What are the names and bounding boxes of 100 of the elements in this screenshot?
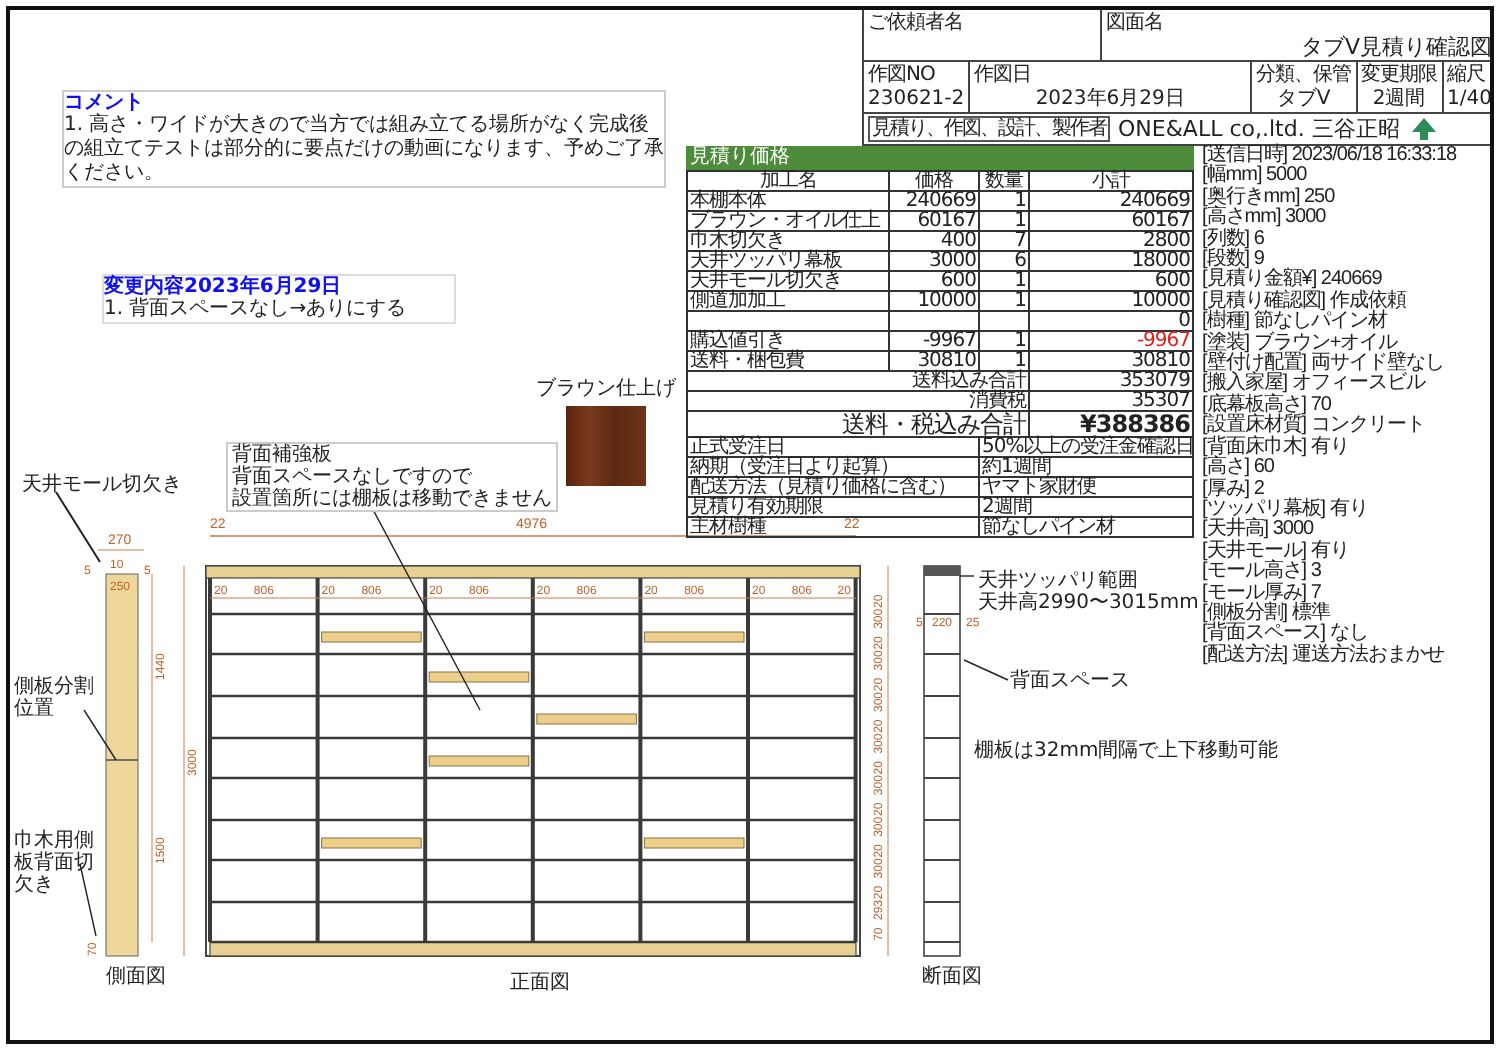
table-cell: 30810 [1029, 351, 1193, 371]
table-cell: 0 [1029, 311, 1193, 331]
annotation-note: 巾木用側板背面切欠き [14, 830, 96, 896]
table-cell: 1 [979, 331, 1029, 351]
table-cell: 600 [1029, 271, 1193, 291]
spec-line: [幅mm] 5000 [1202, 166, 1309, 187]
spec-line: [モール高さ] 3 [1202, 562, 1323, 583]
spec-line: [見積り確認図] 作成依頼 [1202, 291, 1409, 312]
view-label: 断面図 [922, 966, 982, 988]
term-label: 正式受注日 [687, 437, 979, 457]
leader-line [959, 575, 975, 577]
annotation-note: 棚板は32mm間隔で上下移動可能 [974, 740, 1279, 762]
estimate-title: 見積り価格 [686, 146, 1194, 170]
annotation-note: 天井ツッパリ範囲 天井高2990〜3015mm [978, 570, 1199, 614]
term-value: 節なしパイン材 [979, 517, 1193, 537]
spec-line: [天井モール] 有り [1202, 541, 1351, 562]
spec-line: [段数] 9 [1202, 250, 1264, 271]
annotation-note: 背面スペース [1010, 670, 1130, 692]
spec-line: [底幕板高さ] 70 [1202, 395, 1333, 416]
column-header: 数量 [979, 171, 1029, 191]
table-cell: 240669 [889, 191, 979, 211]
table-cell: 1 [979, 211, 1029, 231]
spec-line: [配送方法] 運送方法おまかせ [1202, 645, 1446, 667]
spec-line: [ツッパリ幕板] 有り [1202, 499, 1370, 520]
table-cell: 天井モール切欠き [687, 271, 889, 291]
change-text: 1. 背面スペースなし→ありにする [104, 298, 409, 322]
table-cell: 18000 [1029, 251, 1193, 271]
annotation-note: 側板分割位置 [14, 676, 96, 720]
field-value: 2週間 [1370, 88, 1428, 110]
table-cell: 送料・梱包費 [687, 351, 889, 371]
dimension-line [97, 549, 145, 551]
table-cell: 6 [979, 251, 1029, 271]
table-cell: 1 [979, 271, 1029, 291]
field-label: 作図NO [868, 64, 937, 88]
spec-line: [列数] 6 [1202, 229, 1266, 250]
spec-line: [塗装] ブラウン+オイル [1202, 333, 1398, 354]
table-cell: 240669 [1029, 191, 1193, 211]
table-cell: 400 [889, 231, 979, 251]
column-header: 小計 [1029, 171, 1193, 191]
term-value: 50%以上の受注金確認日 [979, 437, 1193, 457]
table-cell: 600 [889, 271, 979, 291]
field-value: タブV [1274, 88, 1333, 110]
term-label: 見積り有効期限 [687, 497, 979, 517]
total-label: 送料込み合計 [687, 371, 1029, 391]
table-cell: -9967 [1029, 331, 1193, 351]
spec-line: [搬入家屋] オフィースビル [1202, 374, 1428, 395]
field-value: 2023年6月29日 [1033, 88, 1187, 110]
table-cell: 巾木切欠き [687, 231, 889, 251]
table-cell: 60167 [1029, 211, 1193, 231]
spec-line: [樹種] 節なしパイン材 [1202, 312, 1390, 333]
spec-line: [奥行きmm] 250 [1202, 187, 1337, 208]
comment-text: 1. 高さ・ワイドが大きので当方では組み立てる場所がなく完成後の組立てテストは部分的に要点だけの動画になります、予めご了承ください。 [64, 114, 664, 186]
total-label: 送料・税込み合計 [687, 411, 1029, 437]
table-cell: 1 [979, 291, 1029, 311]
spec-line: [高さmm] 3000 [1202, 208, 1328, 229]
table-cell: 2800 [1029, 231, 1193, 251]
field-label: ご依頼者名 [868, 12, 965, 36]
annotation-note: 天井モール切欠き [22, 474, 182, 496]
drawing-title: タブV見積り確認図 [1298, 36, 1490, 60]
spec-line: [天井高] 3000 [1202, 520, 1314, 541]
spec-line: [側板分割] 標準 [1202, 603, 1331, 624]
table-cell: 側道加加工 [687, 291, 889, 311]
change-title: 変更内容2023年6月29日 [104, 276, 344, 298]
term-value: 2週間 [979, 497, 1193, 517]
table-cell: 3000 [889, 251, 979, 271]
table-cell: 60167 [889, 211, 979, 231]
view-label: 側面図 [106, 966, 166, 988]
field-label: 縮尺 [1447, 64, 1488, 88]
field-label: 変更期限 [1361, 64, 1438, 88]
total-value: 35307 [1029, 391, 1193, 411]
total-value: ¥388386 [1029, 411, 1193, 437]
spec-line: [高さ] 60 [1202, 458, 1276, 479]
leader-line [963, 659, 1009, 681]
field-value: 1/40 [1447, 88, 1490, 110]
field-value: 230621-2 [868, 88, 965, 110]
spec-line: [送信日時] 2023/06/18 16:33:18 [1202, 146, 1459, 166]
term-value: 約1週間 [979, 457, 1193, 477]
comment-title: コメント [64, 92, 146, 114]
term-label: 納期（受注日より起算） [687, 457, 979, 477]
table-cell: 1 [979, 191, 1029, 211]
table-cell: ブラウン・オイル仕上 [687, 211, 889, 231]
total-label: 消費税 [687, 391, 1029, 411]
table-cell: 30810 [889, 351, 979, 371]
spec-line: [厚み] 2 [1202, 479, 1266, 499]
table-cell: 10000 [1029, 291, 1193, 311]
spec-line: [見積り金額¥] 240669 [1202, 270, 1382, 291]
table-cell: 7 [979, 231, 1029, 251]
table-cell: 10000 [889, 291, 979, 311]
field-label: 作図日 [974, 64, 1034, 88]
wood-swatch [566, 406, 646, 486]
annotation-note: 背面補強板 背面スペースなしですので 設置箇所には棚板は移動できません [226, 442, 558, 512]
term-value: ヤマト家財便 [979, 477, 1193, 497]
spec-line: [設置床材質] コンクリート [1202, 416, 1427, 437]
table-cell: 本棚本体 [687, 191, 889, 211]
spec-line: [背面スペース] なし [1202, 624, 1368, 645]
spec-line: [背面床巾木] 有り [1202, 437, 1351, 458]
leader-line [55, 491, 101, 563]
table-cell: 1 [979, 351, 1029, 371]
column-header: 価格 [889, 171, 979, 191]
column-header: 加工名 [687, 171, 889, 191]
